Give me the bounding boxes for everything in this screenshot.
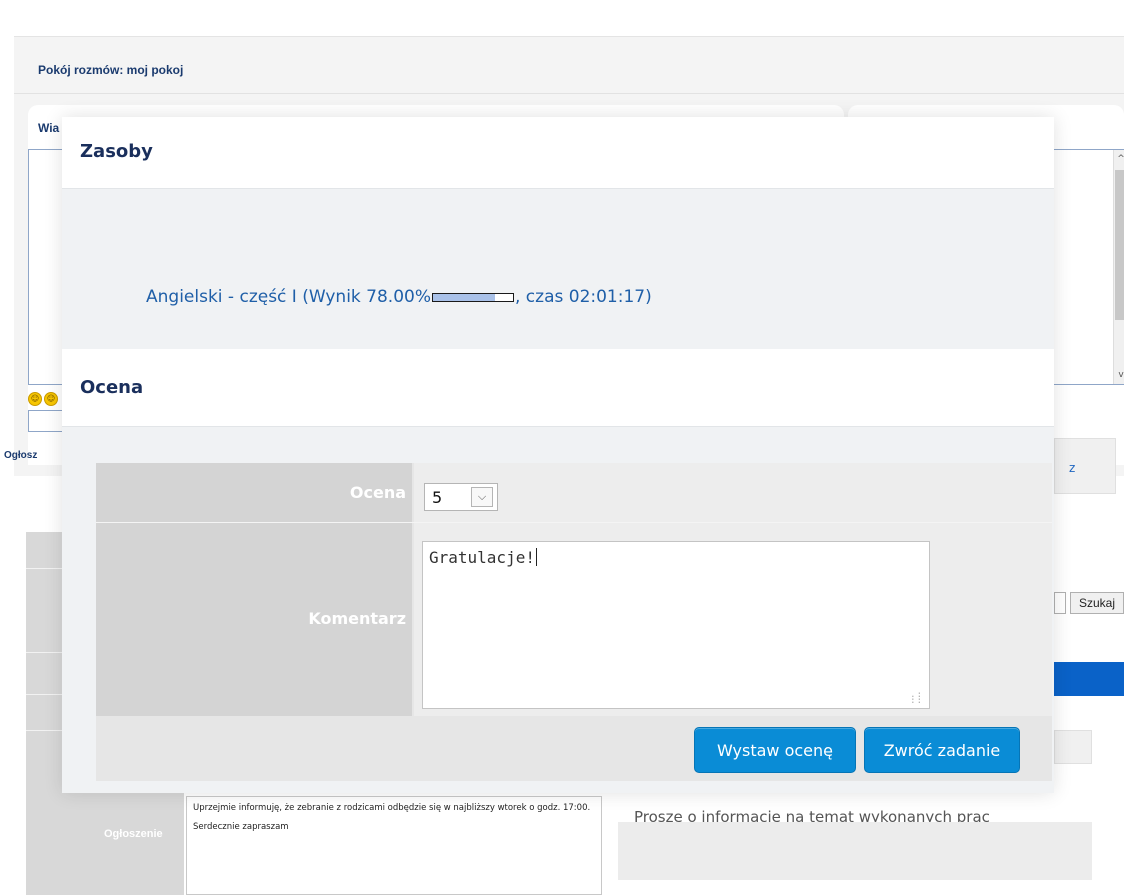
comment-label: Komentarz	[308, 609, 406, 628]
grading-form: Ocena 5 ⌵ Komentarz Gratulacje! .::: Wys…	[96, 463, 1052, 781]
comment-textarea[interactable]: Gratulacje! .:::	[422, 541, 930, 709]
grid-separator	[26, 568, 66, 569]
scroll-thumb[interactable]	[1115, 170, 1124, 320]
grid-separator	[26, 652, 66, 653]
grade-select[interactable]: 5 ⌵	[424, 483, 498, 511]
grading-header: Ocena	[62, 349, 1054, 427]
form-actions: Wystaw ocenę Zwróć zadanie	[96, 717, 1052, 781]
right-link-text[interactable]: z	[1069, 461, 1075, 475]
scroll-down-icon[interactable]: v	[1115, 368, 1124, 382]
smiley-icon[interactable]: ☺	[28, 392, 42, 406]
grade-value-cell: 5 ⌵	[414, 463, 1052, 522]
smiley-bar: ☺ ☺	[28, 392, 58, 406]
search-input[interactable]	[1054, 592, 1066, 614]
announcement-line: Serdecznie zapraszam	[193, 822, 289, 832]
chevron-down-icon[interactable]: ⌵	[471, 487, 493, 507]
text-caret	[535, 548, 537, 566]
grading-title: Ocena	[80, 377, 144, 398]
grid-separator	[26, 694, 66, 695]
resource-link[interactable]: Angielski - część I (Wynik 78.00% , czas…	[146, 287, 652, 307]
comment-label-cell: Komentarz	[96, 523, 412, 716]
chat-scrollbar[interactable]: ^ v	[1113, 150, 1124, 384]
scroll-up-icon[interactable]: ^	[1115, 152, 1124, 166]
grade-label-cell: Ocena	[96, 463, 412, 522]
announcement-label: Ogłoszenie	[104, 828, 163, 840]
resource-link-suffix[interactable]: , czas 02:01:17)	[515, 287, 652, 307]
divider	[14, 93, 1124, 94]
announcement-text[interactable]: Uprzejmie informuję, że zebranie z rodzi…	[186, 796, 602, 895]
comment-text[interactable]: Gratulacje!	[429, 548, 535, 567]
right-link-box[interactable]: z	[1054, 438, 1116, 494]
announcements-section-title: Ogłosz	[4, 450, 38, 461]
submit-grade-button[interactable]: Wystaw ocenę	[694, 727, 856, 773]
chat-room-title: Pokój rozmów: moj pokoj	[38, 63, 184, 77]
grid-separator	[26, 730, 66, 731]
table-header-bar	[1054, 662, 1124, 696]
table-cell	[1054, 730, 1092, 764]
announcement-line: Uprzejmie informuję, że zebranie z rodzi…	[193, 803, 591, 813]
messages-panel-title: Wia	[38, 121, 60, 135]
smiley-icon[interactable]: ☺	[44, 392, 58, 406]
grade-select-value[interactable]: 5	[425, 488, 469, 507]
resources-title: Zasoby	[80, 141, 153, 162]
comment-value-cell: Gratulacje! .:::	[414, 523, 1052, 716]
message-box	[618, 822, 1092, 880]
grading-modal: Zasoby Angielski - część I (Wynik 78.00%…	[62, 117, 1054, 793]
resize-grip-icon[interactable]: .:::	[910, 691, 923, 706]
score-progress-bar	[432, 292, 514, 302]
score-progress-fill	[433, 293, 496, 301]
grade-label: Ocena	[349, 483, 406, 502]
resources-header: Zasoby	[62, 117, 1054, 189]
return-assignment-button[interactable]: Zwróć zadanie	[864, 727, 1020, 773]
search-button[interactable]: Szukaj	[1070, 592, 1124, 614]
message-text-partial: Proszę o informację na temat wykonanych …	[634, 808, 990, 822]
resource-link-prefix[interactable]: Angielski - część I (Wynik 78.00%	[146, 287, 431, 307]
